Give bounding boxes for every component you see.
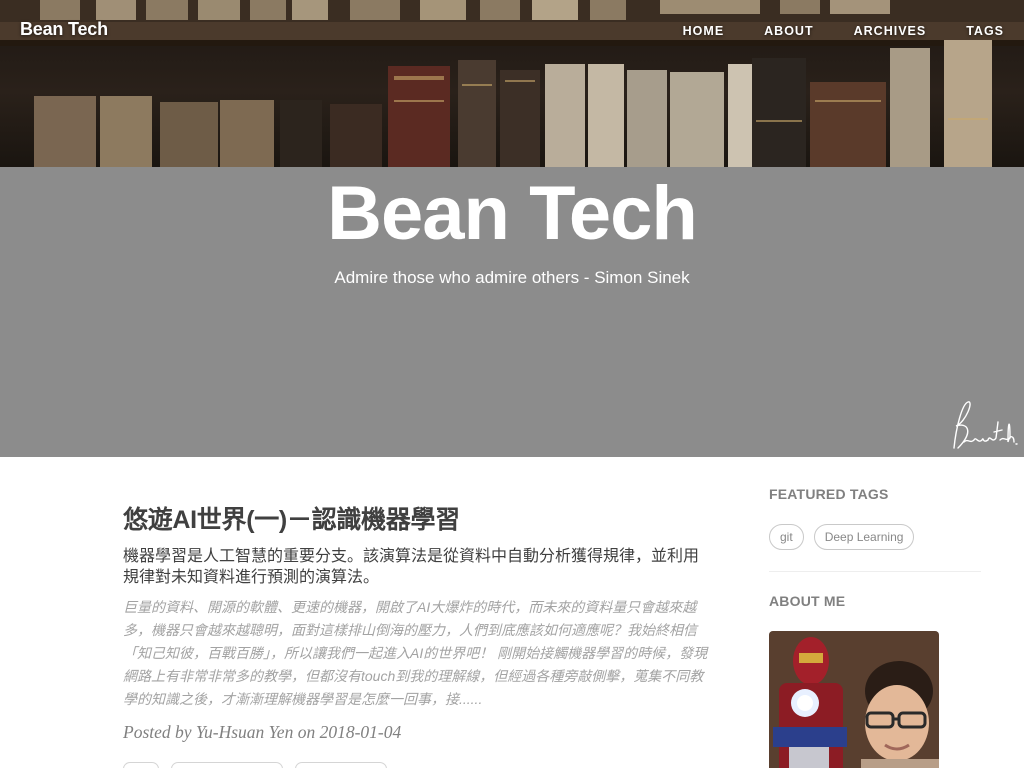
nav-item-about: ABOUT	[764, 22, 813, 40]
post-excerpt[interactable]: 巨量的資料、開源的軟體、更速的機器，開啟了AI大爆炸的時代，而未來的資料量只會越…	[123, 596, 713, 711]
post-tag-pill[interactable]	[123, 762, 159, 768]
signature-logo	[953, 401, 1018, 449]
post-title[interactable]: 悠遊AI世界(一)－認識機器學習	[123, 505, 713, 536]
navbar: Bean Tech HOME ABOUT ARCHIVES TAGS	[0, 0, 1024, 60]
post-meta: Posted by Yu-Hsuan Yen on 2018-01-04	[123, 722, 402, 743]
post-preview: 悠遊AI世界(一)－認識機器學習 機器學習是人工智慧的重要分支。該演算法是從資料…	[123, 505, 713, 743]
post-subtitle[interactable]: 機器學習是人工智慧的重要分支。該演算法是從資料中自動分析獲得規律，並利用規律對未…	[123, 546, 713, 588]
nav-link-about[interactable]: ABOUT	[764, 24, 813, 38]
tag-git[interactable]: git	[769, 524, 804, 550]
tag-deep-learning[interactable]: Deep Learning	[813, 524, 915, 550]
nav-item-home: HOME	[683, 22, 725, 40]
nav-menu: HOME ABOUT ARCHIVES TAGS	[683, 22, 1004, 40]
sidebar: FEATURED TAGS git Deep Learning ABOUT ME	[769, 486, 981, 768]
nav-item-tags: TAGS	[966, 22, 1004, 40]
post-tag-pill[interactable]	[171, 762, 283, 768]
nav-link-tags[interactable]: TAGS	[966, 24, 1004, 38]
brand-link[interactable]: Bean Tech	[20, 19, 108, 40]
nav-link-archives[interactable]: ARCHIVES	[854, 24, 927, 38]
post-tag-pill[interactable]	[295, 762, 387, 768]
sidebar-divider	[769, 571, 981, 572]
site-subtitle: Admire those who admire others - Simon S…	[334, 268, 690, 287]
post-tag-row	[123, 762, 387, 768]
site-title: Bean Tech	[327, 171, 698, 256]
featured-tags-heading: FEATURED TAGS	[769, 486, 889, 502]
featured-tags-list: git Deep Learning	[769, 524, 981, 550]
about-me-heading: ABOUT ME	[769, 593, 846, 609]
nav-link-home[interactable]: HOME	[683, 24, 725, 38]
nav-item-archives: ARCHIVES	[854, 22, 927, 40]
avatar-photo	[769, 631, 939, 768]
